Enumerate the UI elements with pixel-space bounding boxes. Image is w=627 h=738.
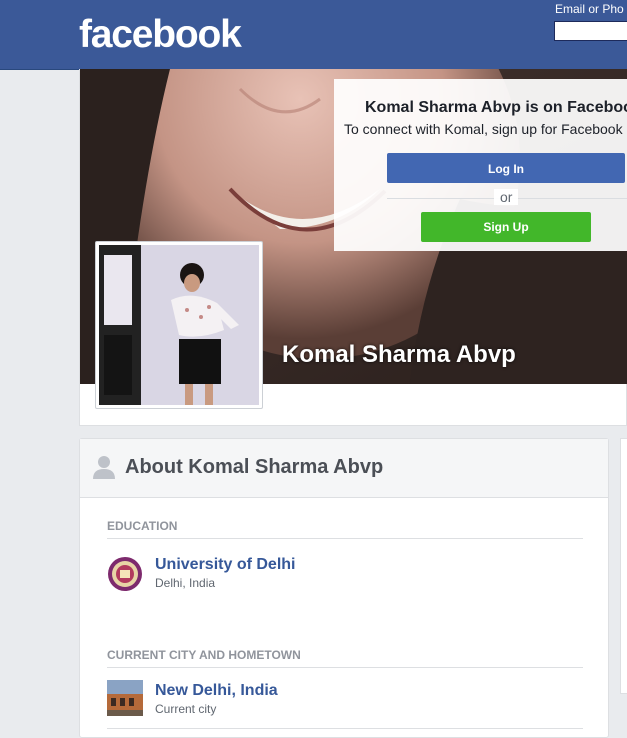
log-in-button[interactable]: Log In <box>387 153 625 183</box>
person-icon <box>93 455 115 484</box>
sign-up-button[interactable]: Sign Up <box>421 212 591 242</box>
top-navigation-bar: facebook Email or Pho <box>0 0 627 70</box>
or-label: or <box>494 189 519 205</box>
divider <box>107 667 583 668</box>
education-entry-location: Delhi, India <box>155 576 216 590</box>
about-title: About Komal Sharma Abvp <box>125 456 384 478</box>
education-entry-link[interactable]: University of Delhi <box>155 556 295 574</box>
signup-title: Komal Sharma Abvp is on Faceboo <box>365 99 627 116</box>
city-entry-link[interactable]: New Delhi, India <box>155 682 278 700</box>
about-card: About Komal Sharma Abvp EDUCATION Univer… <box>79 438 609 738</box>
profile-header: Komal Sharma Abvp Komal Sharma Abvp is o… <box>79 69 627 426</box>
signup-subtitle: To connect with Komal, sign up for Faceb… <box>344 121 623 137</box>
facebook-logo[interactable]: facebook <box>79 10 242 60</box>
email-field[interactable] <box>554 21 627 41</box>
city-section-label: CURRENT CITY AND HOMETOWN <box>107 648 301 662</box>
divider <box>107 538 583 539</box>
signup-prompt: Komal Sharma Abvp is on Faceboo To conne… <box>334 79 627 251</box>
profile-name[interactable]: Komal Sharma Abvp <box>282 341 516 369</box>
profile-picture[interactable] <box>95 241 263 409</box>
email-phone-label: Email or Pho <box>555 2 624 16</box>
city-photo-icon[interactable] <box>107 680 143 721</box>
about-header: About Komal Sharma Abvp <box>80 439 608 498</box>
city-entry-type: Current city <box>155 702 217 716</box>
right-column-card <box>620 438 627 694</box>
education-section-label: EDUCATION <box>107 519 178 533</box>
university-seal-icon[interactable] <box>107 556 143 597</box>
